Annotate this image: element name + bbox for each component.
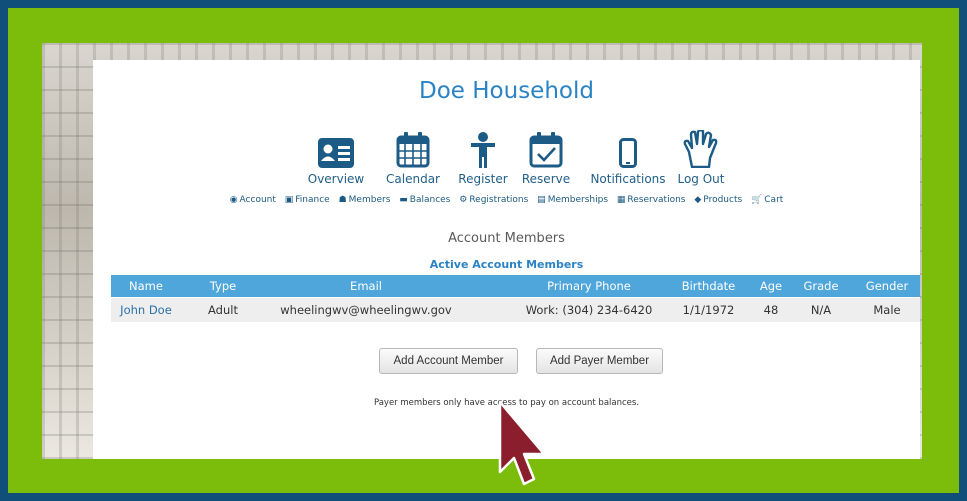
add-account-member-button[interactable]: Add Account Member (379, 348, 518, 374)
col-name: Name (129, 279, 163, 293)
main-nav: Overview Calendar Register Reserve Notif… (93, 130, 920, 188)
badge-icon: ▤ (537, 195, 546, 205)
subnav-finance[interactable]: ▣ Finance (285, 195, 330, 205)
member-type: Adult (208, 303, 238, 317)
user-circle-icon: ◉ (229, 195, 238, 205)
subnav-cart-label: Cart (764, 195, 784, 205)
member-grade: N/A (810, 303, 832, 317)
subnav-account-label: Account (239, 195, 276, 205)
money-icon: ▣ (284, 195, 294, 205)
col-birthdate: Birthdate (681, 279, 736, 293)
table-row: John Doe Adult wheelingwv@wheelingwv.gov… (111, 298, 920, 322)
col-primary-phone: Primary Phone (547, 279, 631, 293)
subnav-account[interactable]: ◉ Account (230, 195, 276, 205)
member-phone: Work: (304) 234-6420 (525, 303, 653, 317)
mouse-cursor-icon (498, 400, 546, 486)
subnav-products[interactable]: ◆ Products (694, 195, 742, 205)
member-age: 48 (763, 303, 779, 317)
subnav-members[interactable]: ☗ Members (339, 195, 391, 205)
hand-icon (683, 130, 718, 168)
table-header: Name Type Email Primary Phone Birthdate … (111, 275, 920, 297)
nav-register[interactable]: Register (455, 130, 511, 186)
col-email: Email (350, 279, 382, 293)
calendar-small-icon: ▦ (616, 195, 626, 205)
subnav-products-label: Products (703, 195, 743, 205)
subnav-balances[interactable]: ▬ Balances (399, 195, 450, 205)
subnav-members-label: Members (348, 195, 391, 205)
add-payer-member-button[interactable]: Add Payer Member (536, 348, 663, 374)
subnav-registrations[interactable]: ⚙ Registrations (459, 195, 528, 205)
users-icon: ☗ (338, 195, 347, 205)
nav-notifications-label: Notifications (590, 172, 666, 186)
member-name-link[interactable]: John Doe (111, 298, 181, 322)
col-grade: Grade (803, 279, 839, 293)
gear-icon: ⚙ (459, 195, 468, 205)
id-card-icon (318, 138, 354, 168)
nav-overview[interactable]: Overview (306, 130, 366, 186)
member-email: wheelingwv@wheelingwv.gov (280, 303, 452, 317)
subnav-cart[interactable]: 🛒 Cart (751, 195, 783, 205)
credit-card-icon: ▬ (399, 195, 408, 205)
nav-reserve-label: Reserve (521, 172, 571, 186)
member-birthdate: 1/1/1972 (682, 303, 735, 317)
cart-icon: 🛒 (751, 195, 763, 205)
sub-nav: ◉ Account ▣ Finance ☗ Members ▬ Balances ⚙ Re… (93, 195, 920, 205)
nav-log-out-label: Log Out (677, 172, 725, 186)
subnav-balances-label: Balances (409, 195, 451, 205)
section-title: Account Members (448, 231, 565, 246)
nav-calendar-label: Calendar (386, 172, 440, 186)
nav-calendar[interactable]: Calendar (383, 130, 443, 186)
nav-register-label: Register (458, 172, 508, 186)
subnav-reservations[interactable]: ▦ Reservations (617, 195, 686, 205)
subnav-registrations-label: Registrations (469, 195, 529, 205)
subnav-memberships[interactable]: ▤ Memberships (537, 195, 608, 205)
member-gender: Male (873, 303, 901, 317)
page-title: Doe Household (419, 78, 594, 104)
nav-notifications[interactable]: Notifications (585, 130, 671, 186)
nav-reserve[interactable]: Reserve (518, 130, 574, 186)
col-type: Type (209, 279, 237, 293)
col-gender: Gender (865, 279, 909, 293)
calendar-check-icon (529, 132, 563, 168)
tag-icon: ◆ (694, 195, 702, 205)
subnav-finance-label: Finance (295, 195, 330, 205)
subnav-memberships-label: Memberships (547, 195, 609, 205)
col-age: Age (759, 279, 783, 293)
table-title: Active Account Members (429, 258, 584, 271)
nav-overview-label: Overview (307, 172, 365, 186)
mobile-phone-icon (619, 138, 637, 168)
nav-log-out[interactable]: Log Out (673, 130, 729, 186)
person-icon (471, 132, 495, 168)
calendar-icon (396, 132, 430, 168)
subnav-reservations-label: Reservations (627, 195, 686, 205)
